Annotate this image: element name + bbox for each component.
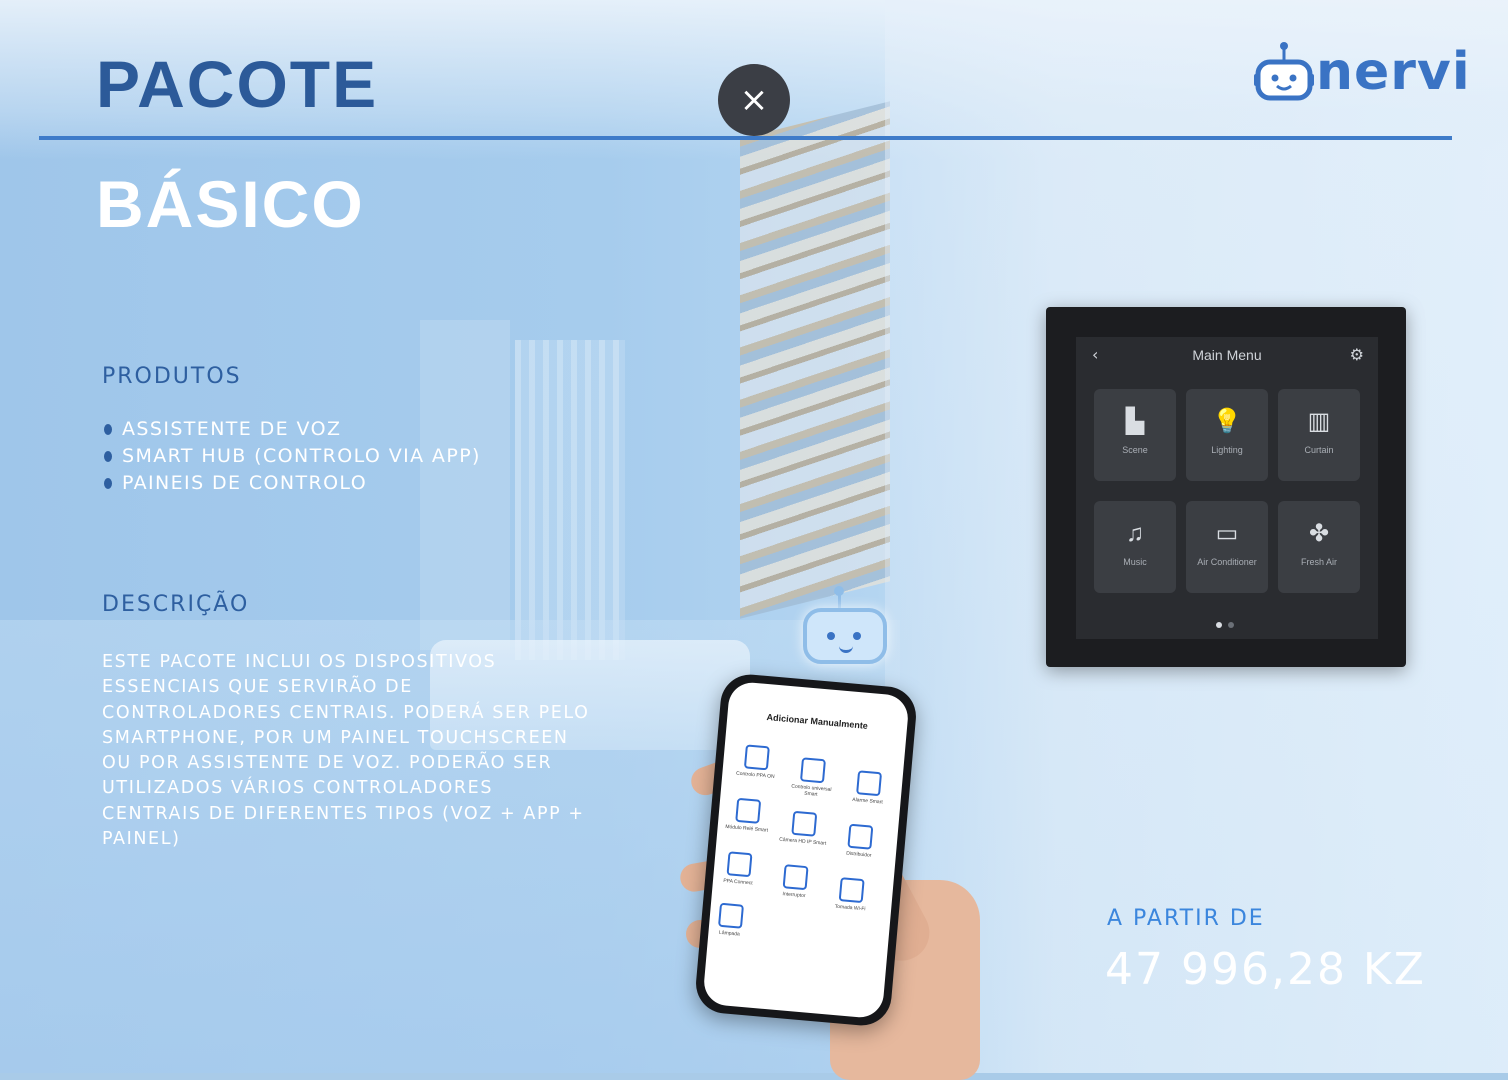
app-tile: Câmera HD IP Smart	[778, 810, 831, 847]
smartphone-image: Adicionar Manualmente Controlo PPA ON Co…	[693, 672, 919, 1028]
app-tile: Lâmpada	[704, 902, 757, 939]
panel-tile-scene: ▙ Scene	[1094, 389, 1176, 481]
price-value: 47 996,28 KZ	[1105, 944, 1426, 995]
app-tile: Alarme Smart	[842, 769, 895, 806]
logo-wordmark: nervi	[1316, 42, 1471, 102]
close-icon: ×	[739, 80, 769, 120]
background-curtain	[515, 340, 625, 660]
app-tile: Módulo Relé Smart	[721, 797, 774, 834]
description-heading: DESCRIÇÃO	[102, 592, 250, 617]
app-tile: Distribuidor	[834, 823, 887, 860]
robot-mascot-icon	[797, 586, 887, 664]
phone-screen: Adicionar Manualmente Controlo PPA ON Co…	[702, 680, 910, 1020]
background-painting	[740, 101, 890, 619]
fresh-air-icon: ✤	[1308, 520, 1330, 547]
package-name: BÁSICO	[96, 167, 365, 241]
tile-label: Lighting	[1211, 445, 1243, 455]
list-item: ASSISTENTE DE VOZ	[104, 416, 481, 443]
products-heading: PRODUTOS	[102, 364, 242, 389]
bullet-icon	[104, 478, 112, 489]
panel-tile-lighting: 💡 Lighting	[1186, 389, 1268, 481]
app-tile: Tomada Wi-Fi	[825, 876, 878, 913]
product-label: SMART HUB (CONTROLO VIA APP)	[122, 445, 481, 467]
price-label: A PARTIR DE	[1107, 906, 1265, 931]
panel-tile-music: ♫ Music	[1094, 501, 1176, 593]
tile-label: Scene	[1122, 445, 1148, 455]
scene-icon: ▙	[1125, 408, 1145, 435]
panel-tile-air-conditioner: ▭ Air Conditioner	[1186, 501, 1268, 593]
gear-icon: ⚙	[1349, 345, 1364, 364]
panel-tile-curtain: ▥ Curtain	[1278, 389, 1360, 481]
tile-label: Fresh Air	[1300, 557, 1337, 567]
panel-menu-title: Main Menu	[1192, 347, 1262, 363]
title-divider	[39, 136, 1452, 140]
lighting-icon: 💡	[1212, 408, 1242, 435]
tile-label: Curtain	[1304, 445, 1334, 455]
robot-logo-icon	[1254, 42, 1314, 101]
product-label: PAINEIS DE CONTROLO	[122, 472, 368, 494]
panel-tile-fresh-air: ✤ Fresh Air	[1278, 501, 1360, 593]
app-tile: Controlo PPA ON	[730, 743, 783, 780]
air-conditioner-icon: ▭	[1215, 520, 1239, 547]
app-tile: Interruptor	[769, 863, 822, 900]
bullet-icon	[104, 451, 112, 462]
page-indicator	[1216, 613, 1240, 632]
product-label: ASSISTENTE DE VOZ	[122, 418, 342, 440]
phone-screen-title: Adicionar Manualmente	[766, 712, 869, 731]
nervi-logo: nervi	[1254, 40, 1470, 104]
bullet-icon	[104, 424, 112, 435]
music-icon: ♫	[1126, 520, 1144, 547]
list-item: PAINEIS DE CONTROLO	[104, 470, 481, 497]
page-title: PACOTE	[96, 47, 379, 121]
description-text: ESTE PACOTE INCLUI OS DISPOSITIVOS ESSEN…	[102, 652, 590, 850]
list-item: SMART HUB (CONTROLO VIA APP)	[104, 443, 481, 470]
tile-label: Air Conditioner	[1197, 557, 1257, 567]
app-tile: PPA Connect	[713, 850, 766, 887]
curtain-icon: ▥	[1307, 408, 1331, 435]
touch-panel-screen: ‹ Main Menu ⚙ ▙ Scene 💡 Lighting ▥ Curta…	[1076, 337, 1378, 639]
product-list: ASSISTENTE DE VOZ SMART HUB (CONTROLO VI…	[104, 416, 481, 497]
close-button[interactable]: ×	[718, 64, 790, 136]
touch-panel-image: ‹ Main Menu ⚙ ▙ Scene 💡 Lighting ▥ Curta…	[1046, 307, 1406, 667]
tile-label: Music	[1123, 557, 1147, 567]
app-tile: Controlo universal Smart	[786, 756, 839, 799]
